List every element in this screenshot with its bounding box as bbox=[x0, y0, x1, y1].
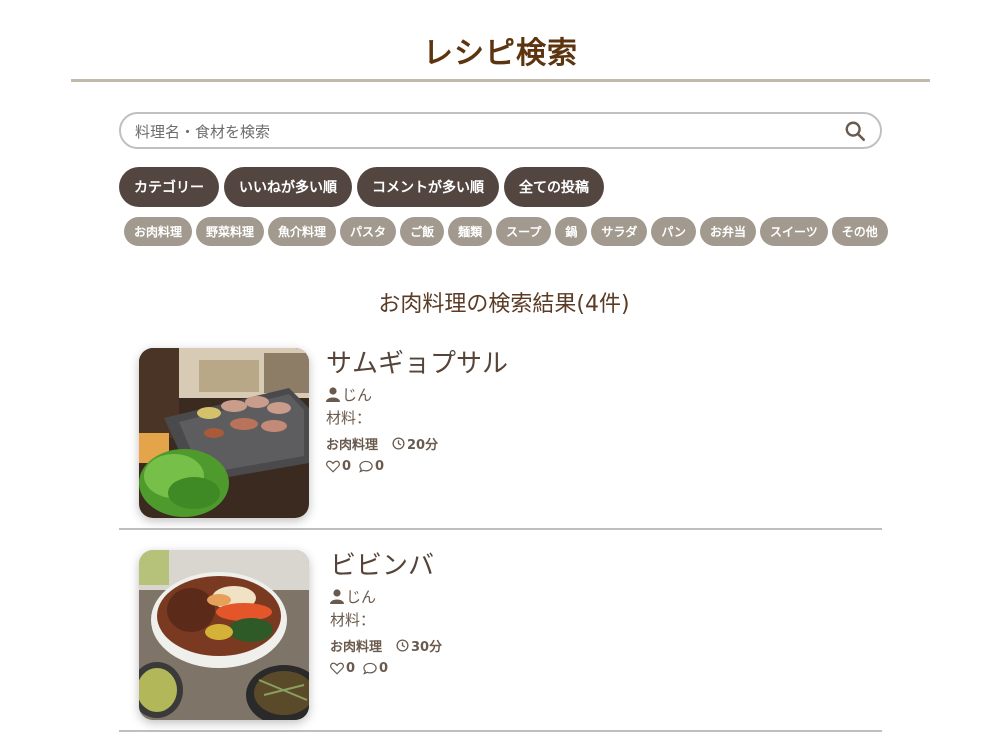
most-liked-button[interactable]: いいねが多い順 bbox=[224, 167, 352, 207]
recipe-card[interactable]: サムギョプサル じん 材料： お肉料理 20分 0 0 bbox=[119, 348, 882, 530]
like-count-value: 0 bbox=[346, 661, 356, 676]
comment-count-value: 0 bbox=[375, 459, 385, 474]
clock-icon bbox=[392, 437, 405, 450]
recipe-stats: 0 0 bbox=[330, 661, 442, 676]
category-button-rice[interactable]: ご飯 bbox=[400, 217, 445, 246]
ingredients-label: 材料： bbox=[326, 409, 372, 427]
category-button-pasta[interactable]: パスタ bbox=[340, 217, 397, 246]
category-button-sweets[interactable]: スイーツ bbox=[760, 217, 828, 246]
heart-icon[interactable] bbox=[330, 662, 344, 675]
recipe-meta: お肉料理 30分 bbox=[330, 636, 442, 655]
cook-time: 20分 bbox=[392, 434, 438, 453]
like-count[interactable]: 0 bbox=[326, 459, 351, 474]
page-title: レシピ検索 bbox=[423, 36, 578, 71]
recipe-name[interactable]: ビビンバ bbox=[330, 550, 442, 582]
author-name[interactable]: じん bbox=[346, 586, 376, 607]
category-button-vegetable[interactable]: 野菜料理 bbox=[196, 217, 265, 246]
recipe-card[interactable]: ビビンバ じん 材料： お肉料理 30分 0 0 bbox=[119, 550, 882, 732]
comment-count[interactable]: 0 bbox=[363, 661, 388, 676]
all-posts-button[interactable]: 全ての投稿 bbox=[504, 167, 604, 207]
heart-icon[interactable] bbox=[326, 460, 340, 473]
search-input[interactable] bbox=[133, 120, 837, 144]
category-button-noodles[interactable]: 麺類 bbox=[448, 217, 493, 246]
clock-icon bbox=[396, 639, 409, 652]
most-commented-button[interactable]: コメントが多い順 bbox=[357, 167, 499, 207]
search-bar[interactable] bbox=[119, 112, 882, 149]
cook-time-value: 20分 bbox=[407, 438, 439, 453]
result-title: お肉料理の検索結果(4件) bbox=[378, 292, 630, 317]
user-icon bbox=[330, 589, 344, 604]
recipe-photo[interactable] bbox=[139, 348, 309, 518]
recipe-category: お肉料理 bbox=[330, 640, 383, 655]
category-button-hotpot[interactable]: 鍋 bbox=[555, 217, 588, 246]
category-button-bread[interactable]: パン bbox=[651, 217, 697, 246]
category-button-other[interactable]: その他 bbox=[831, 217, 888, 246]
category-buttons: お肉料理 野菜料理 魚介料理 パスタ ご飯 麺類 スープ 鍋 サラダ パン お弁… bbox=[124, 217, 888, 246]
recipe-name[interactable]: サムギョプサル bbox=[326, 348, 508, 380]
category-sort-button[interactable]: カテゴリー bbox=[119, 167, 219, 207]
search-icon[interactable] bbox=[844, 120, 866, 142]
category-button-meat[interactable]: お肉料理 bbox=[124, 217, 193, 246]
recipe-category: お肉料理 bbox=[326, 438, 379, 453]
comment-icon[interactable] bbox=[363, 662, 377, 675]
recipe-author: じん bbox=[326, 384, 508, 405]
comment-count[interactable]: 0 bbox=[359, 459, 384, 474]
recipe-author: じん bbox=[330, 586, 442, 607]
author-name[interactable]: じん bbox=[342, 384, 372, 405]
like-count[interactable]: 0 bbox=[330, 661, 355, 676]
page-header: レシピ検索 bbox=[71, 0, 930, 82]
recipe-photo[interactable] bbox=[139, 550, 309, 720]
like-count-value: 0 bbox=[342, 459, 352, 474]
ingredients-label: 材料： bbox=[330, 611, 376, 629]
recipe-info: サムギョプサル じん 材料： お肉料理 20分 0 0 bbox=[326, 348, 508, 474]
recipe-meta: お肉料理 20分 bbox=[326, 434, 508, 453]
recipe-stats: 0 0 bbox=[326, 459, 508, 474]
recipe-info: ビビンバ じん 材料： お肉料理 30分 0 0 bbox=[330, 550, 442, 676]
sort-buttons: カテゴリー いいねが多い順 コメントが多い順 全ての投稿 bbox=[119, 167, 604, 207]
comment-icon[interactable] bbox=[359, 460, 373, 473]
cook-time: 30分 bbox=[396, 636, 442, 655]
category-button-salad[interactable]: サラダ bbox=[591, 217, 648, 246]
comment-count-value: 0 bbox=[379, 661, 389, 676]
category-button-soup[interactable]: スープ bbox=[496, 217, 552, 246]
user-icon bbox=[326, 387, 340, 402]
cook-time-value: 30分 bbox=[411, 640, 443, 655]
category-button-bento[interactable]: お弁当 bbox=[700, 217, 757, 246]
category-button-seafood[interactable]: 魚介料理 bbox=[268, 217, 337, 246]
